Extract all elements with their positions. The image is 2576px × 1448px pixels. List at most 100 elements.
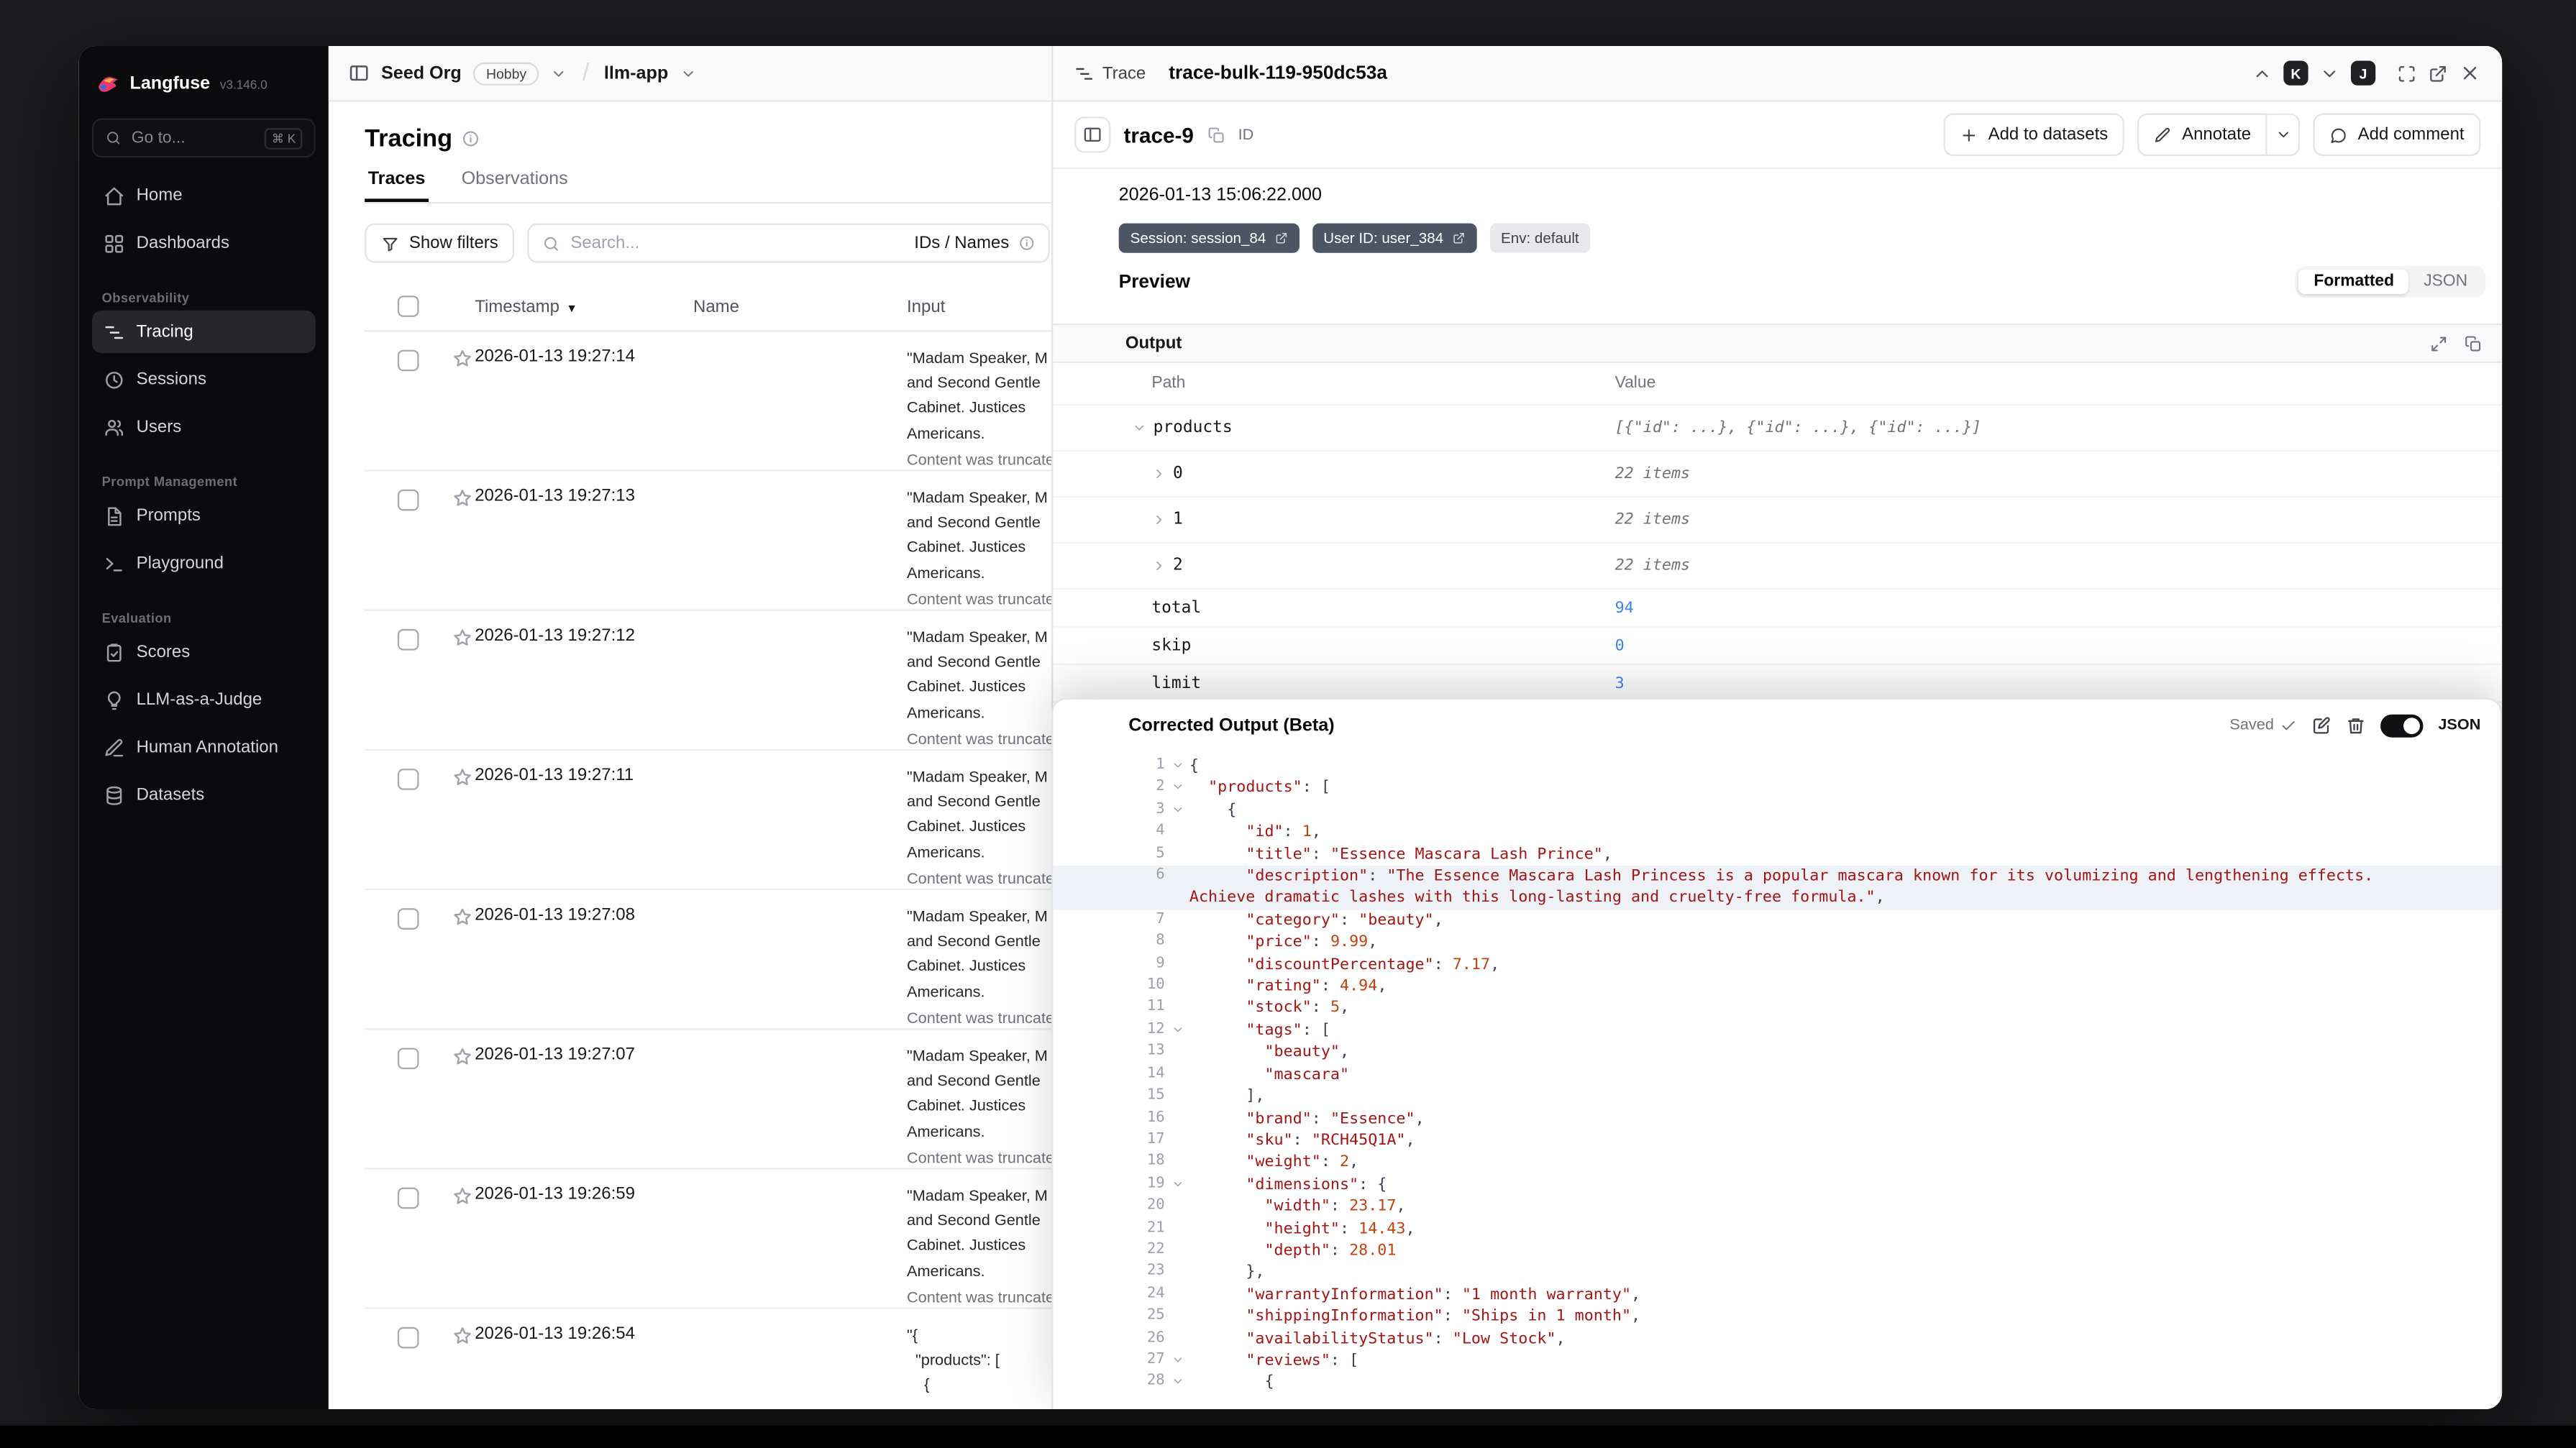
fold-chevron-icon[interactable] (1165, 1350, 1189, 1367)
line-number: 9 (1156, 955, 1165, 972)
add-to-datasets-button[interactable]: Add to datasets (1943, 113, 2125, 157)
code-line: 2 "products": [ (1053, 777, 2500, 799)
info-icon[interactable] (462, 129, 480, 147)
fold-chevron-icon[interactable] (1165, 756, 1189, 772)
code-line: 3 { (1053, 799, 2500, 822)
fold-chevron-icon[interactable] (1165, 799, 1189, 816)
fold-gutter (1165, 1218, 1189, 1222)
expand-icon[interactable] (2397, 63, 2416, 83)
sidebar-nav: Home Dashboards Observability Tracing Sessio… (79, 174, 329, 816)
open-in-new-icon[interactable] (2428, 63, 2447, 83)
sidebar-item-home[interactable]: Home (92, 174, 316, 216)
chevron-down-icon[interactable] (1132, 421, 1147, 436)
code-line: 27 "reviews": [ (1053, 1350, 2500, 1373)
sidebar-item-llm-as-a-judge[interactable]: LLM-as-a-Judge (92, 678, 316, 720)
chevron-down-icon (2275, 127, 2291, 143)
line-number: 7 (1156, 911, 1165, 928)
sidebar-item-datasets[interactable]: Datasets (92, 774, 316, 816)
delete-icon[interactable] (2346, 715, 2365, 735)
chevron-right-icon[interactable] (1151, 467, 1166, 482)
fold-chevron-icon[interactable] (1165, 1019, 1189, 1036)
code-line: 11 "stock": 5, (1053, 998, 2500, 1020)
star-icon[interactable] (449, 1326, 475, 1347)
fold-gutter (1165, 932, 1189, 935)
fold-chevron-icon[interactable] (1165, 1372, 1189, 1388)
fold-chevron-icon[interactable] (1165, 777, 1189, 794)
goto-search[interactable]: Go to... ⌘ K (91, 118, 316, 158)
row-checkbox[interactable] (397, 1048, 419, 1070)
row-checkbox[interactable] (397, 1187, 419, 1209)
chevron-right-icon[interactable] (1151, 559, 1166, 574)
sidebar-item-scores[interactable]: Scores (92, 631, 316, 673)
chevron-right-icon[interactable] (1151, 513, 1166, 528)
tab-traces[interactable]: Traces (365, 169, 429, 202)
star-icon[interactable] (449, 907, 475, 928)
row-checkbox[interactable] (397, 769, 419, 790)
code-line: 23 }, (1053, 1262, 2500, 1284)
star-icon[interactable] (449, 1046, 475, 1068)
star-icon[interactable] (449, 628, 475, 649)
star-icon[interactable] (449, 1186, 475, 1207)
row-timestamp: 2026-01-13 19:27:08 (475, 904, 635, 925)
column-timestamp[interactable]: Timestamp ▼ (475, 296, 693, 316)
fold-chevron-icon[interactable] (1165, 1174, 1189, 1191)
sidebar-item-tracing[interactable]: Tracing (91, 310, 316, 354)
sidebar-item-human-annotation[interactable]: Human Annotation (92, 726, 316, 769)
star-icon[interactable] (449, 348, 475, 370)
column-name[interactable]: Name (693, 296, 907, 316)
output-row[interactable]: 2 22 items (1053, 544, 2503, 590)
show-filters-button[interactable]: Show filters (365, 223, 515, 263)
sidebar-toggle-icon[interactable] (348, 63, 370, 84)
search-scope[interactable]: IDs / Names (914, 233, 1009, 252)
project-selector[interactable]: llm-app (604, 63, 668, 83)
output-row[interactable]: 0 22 items (1053, 452, 2503, 498)
org-selector[interactable]: Seed Org (381, 63, 462, 83)
copy-output-icon[interactable] (2465, 334, 2483, 352)
chevron-down-icon[interactable] (551, 65, 567, 81)
star-icon[interactable] (449, 767, 475, 789)
tab-preview[interactable]: Preview (1119, 272, 1190, 291)
next-trace-button[interactable] (2320, 63, 2339, 83)
sidebar-item-dashboards[interactable]: Dashboards (92, 221, 316, 264)
row-checkbox[interactable] (397, 1326, 419, 1349)
sidebar-item-users[interactable]: Users (92, 405, 316, 448)
chevron-down-icon[interactable] (680, 65, 696, 81)
line-number: 3 (1156, 801, 1165, 818)
close-icon[interactable] (2459, 63, 2481, 84)
nav-section-label: Observability (101, 290, 190, 306)
info-icon[interactable] (1019, 235, 1036, 252)
line-number: 26 (1146, 1329, 1165, 1347)
sidebar-item-sessions[interactable]: Sessions (92, 358, 316, 400)
sidebar-item-label: Prompts (136, 505, 201, 526)
row-checkbox[interactable] (397, 908, 419, 930)
format-formatted[interactable]: Formatted (2298, 269, 2409, 294)
expand-output-icon[interactable] (2430, 334, 2448, 352)
tab-observations[interactable]: Observations (458, 169, 571, 202)
sidebar-item-playground[interactable]: Playground (92, 542, 316, 585)
output-row[interactable]: products [{"id": ...}, {"id": ...}, {"id"… (1053, 405, 2503, 452)
row-checkbox[interactable] (397, 628, 419, 651)
json-toggle[interactable] (2380, 713, 2424, 737)
output-row[interactable]: 1 22 items (1053, 498, 2503, 544)
user-badge[interactable]: User ID: user_384 (1312, 223, 1476, 253)
row-checkbox[interactable] (397, 349, 419, 372)
format-json[interactable]: JSON (2409, 270, 2483, 294)
row-checkbox[interactable] (397, 489, 419, 511)
tree-toggle-button[interactable] (1074, 116, 1111, 153)
annotate-dropdown-button[interactable] (2267, 113, 2301, 157)
session-badge[interactable]: Session: session_84 (1118, 223, 1299, 253)
annotate-split-button: Annotate (2137, 113, 2301, 157)
sidebar-item-prompts[interactable]: Prompts (92, 495, 316, 537)
add-comment-button[interactable]: Add comment (2313, 113, 2481, 157)
fold-gutter (1165, 822, 1189, 825)
edit-icon[interactable] (2311, 715, 2331, 735)
select-all-checkbox[interactable] (397, 295, 419, 317)
search-input[interactable] (570, 233, 905, 253)
home-icon (104, 185, 125, 206)
copy-id-icon[interactable] (1207, 126, 1225, 144)
star-icon[interactable] (449, 487, 475, 509)
prev-trace-button[interactable] (2252, 63, 2272, 83)
json-editor[interactable]: 1{2 "products": [3 {4 "id": 1, 5 "title":… (1053, 751, 2500, 1409)
annotate-button[interactable]: Annotate (2137, 113, 2267, 157)
sessions-icon (104, 369, 125, 390)
